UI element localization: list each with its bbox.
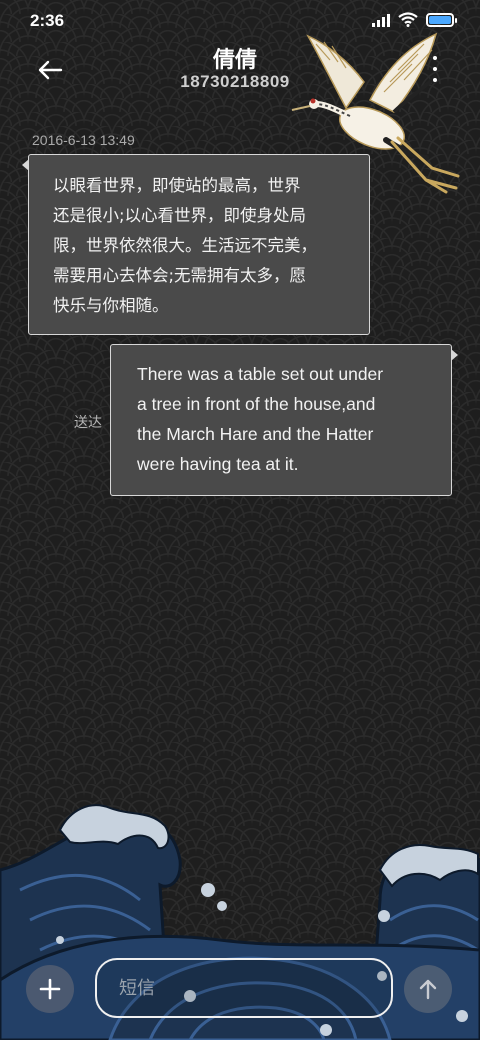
wifi-icon — [398, 12, 418, 27]
more-vertical-icon — [433, 56, 437, 60]
message-line: were having tea at it. — [137, 454, 299, 474]
message-timestamp: 2016-6-13 13:49 — [32, 132, 135, 148]
message-line: 需要用心去体会;无需拥有太多，愿 — [53, 266, 307, 285]
outgoing-message-bubble[interactable]: There was a table set out under a tree i… — [110, 344, 458, 496]
message-line: 快乐与你相随。 — [53, 296, 169, 315]
arrow-up-icon — [419, 979, 437, 1000]
battery-icon — [426, 12, 457, 27]
delivery-status: 送达 — [74, 415, 102, 431]
add-attachment-button[interactable] — [26, 965, 74, 1013]
contact-phone-number: 18730218809 — [180, 72, 290, 91]
status-time: 2:36 — [30, 11, 65, 30]
contact-name: 倩倩 — [212, 48, 257, 73]
message-input-field[interactable] — [95, 958, 393, 1018]
plus-icon — [39, 978, 61, 1000]
message-input[interactable] — [97, 960, 391, 1016]
signal-icon — [372, 13, 390, 27]
incoming-message-bubble[interactable]: 以眼看世界，即使站的最高，世界 还是很小;以心看世界，即使身处局 限，世界依然很… — [22, 154, 370, 335]
send-button[interactable] — [404, 965, 452, 1013]
message-line: There was a table set out under — [137, 364, 384, 384]
message-line: 限，世界依然很大。生活远不完美， — [53, 236, 317, 255]
message-line: 还是很小;以心看世界，即使身处局 — [53, 206, 307, 225]
message-line: 以眼看世界，即使站的最高，世界 — [53, 176, 301, 195]
message-line: a tree in front of the house,and — [137, 394, 376, 414]
message-line: the March Hare and the Hatter — [137, 424, 374, 444]
more-options-button[interactable] — [430, 56, 440, 82]
status-icons — [372, 12, 457, 27]
